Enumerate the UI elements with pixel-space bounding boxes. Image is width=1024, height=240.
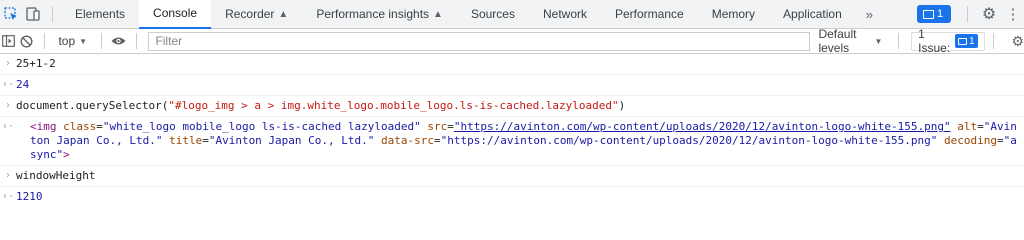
filter-input[interactable]: Filter	[148, 31, 811, 51]
tabbar-divider	[967, 6, 968, 22]
context-selector[interactable]: top ▼	[52, 34, 93, 48]
inspect-element-icon[interactable]	[0, 0, 22, 29]
tab-label: Sources	[470, 7, 515, 21]
issues-label: 1 Issue:	[918, 27, 951, 55]
live-expression-eye-icon[interactable]	[110, 29, 128, 54]
tab-label: Memory	[711, 7, 756, 21]
toolbar-divider	[135, 33, 137, 49]
chevron-down-icon: ▼	[79, 36, 88, 46]
result-arrow-icon: ‹·	[1, 191, 15, 202]
console-result-value: 24	[16, 78, 30, 91]
context-label: top	[58, 34, 76, 48]
attr-name: alt	[957, 120, 978, 133]
issues-button[interactable]: 1 Issue: 1	[911, 27, 985, 55]
message-icon	[923, 9, 934, 19]
tab-label: Console	[153, 6, 198, 20]
console-input-text: document.querySelector("#logo_img > a > …	[16, 99, 1024, 113]
chevron-down-icon: ▼	[874, 36, 883, 46]
console-toolbar: top ▼ Filter Default levels ▼ 1 Issue: 1…	[0, 27, 1024, 55]
show-sidebar-icon[interactable]	[0, 29, 18, 54]
tab-label: Application	[783, 7, 842, 21]
tab-label: Elements	[75, 7, 126, 21]
attr-name: class	[63, 120, 97, 133]
tab-application[interactable]: Application	[769, 0, 856, 29]
tab-label: Recorder	[225, 7, 275, 21]
device-toolbar-icon[interactable]	[22, 0, 44, 29]
code-fragment: document.querySelector(	[16, 99, 169, 112]
tab-performance[interactable]: Performance	[601, 0, 698, 29]
console-input-row[interactable]: › windowHeight	[0, 166, 1024, 187]
attr-name: decoding	[943, 134, 997, 147]
toolbar-divider	[992, 33, 994, 49]
tab-label: Network	[542, 7, 587, 21]
attr-name: src	[427, 120, 448, 133]
tag-close: >	[63, 148, 70, 161]
issues-counter-button[interactable]: 1	[917, 5, 951, 23]
input-chevron-icon: ›	[4, 58, 12, 69]
flask-icon: ▲	[278, 8, 289, 20]
toolbar-divider	[898, 33, 900, 49]
src-link[interactable]: "https://avinton.com/wp-content/uploads/…	[454, 120, 951, 133]
devtools-tabbar: Elements Console Recorder ▲ Performance i…	[0, 0, 1024, 29]
tab-network[interactable]: Network	[529, 0, 601, 29]
element-result[interactable]: <img class="white_logo mobile_logo ls-is…	[16, 120, 1024, 162]
tab-elements[interactable]: Elements	[61, 0, 139, 29]
tab-console[interactable]: Console	[139, 0, 212, 29]
input-chevron-icon: ›	[4, 100, 12, 111]
more-tabs-button[interactable]: »	[856, 7, 883, 22]
console-input-row[interactable]: › 25+1-2	[0, 54, 1024, 75]
attr-name: title	[169, 134, 203, 147]
attr-name: data-src	[381, 134, 435, 147]
filter-placeholder: Filter	[155, 34, 183, 48]
tab-sources[interactable]: Sources	[457, 0, 529, 29]
console-input-text: windowHeight	[16, 169, 96, 182]
log-levels-dropdown[interactable]: Default levels ▼	[810, 27, 890, 55]
attr-value: "https://avinton.com/wp-content/uploads/…	[440, 134, 938, 147]
console-result-row: ‹· 1210	[0, 187, 1024, 207]
console-messages: › 25+1-2 ‹· 24 › document.querySelector(…	[0, 54, 1024, 207]
issues-mini-badge: 1	[955, 34, 978, 48]
input-chevron-icon: ›	[4, 170, 12, 181]
toolbar-divider	[43, 33, 45, 49]
console-result-value: 1210	[16, 190, 43, 203]
tabbar-divider	[52, 6, 53, 22]
issues-count: 1	[969, 35, 975, 47]
tab-performance-insights[interactable]: Performance insights ▲	[302, 0, 457, 29]
message-icon	[958, 37, 968, 45]
settings-gear-icon[interactable]: ⚙	[976, 4, 1002, 24]
selector-string: "#logo_img > a > img.white_logo.mobile_l…	[168, 99, 619, 112]
result-arrow-icon: ‹·	[1, 121, 15, 132]
tab-memory[interactable]: Memory	[698, 0, 769, 29]
flask-icon: ▲	[433, 8, 443, 20]
tab-recorder[interactable]: Recorder ▲	[211, 0, 302, 29]
tag-open: <img	[30, 120, 57, 133]
console-input-row[interactable]: › document.querySelector("#logo_img > a …	[0, 96, 1024, 117]
more-options-icon[interactable]: ⋮	[1002, 5, 1024, 23]
tab-label: Performance	[615, 7, 684, 21]
issues-count: 1	[937, 8, 944, 20]
attr-value: "Avinton Japan Co., Ltd."	[208, 134, 375, 147]
console-settings-gear-icon[interactable]: ⚙	[1011, 33, 1024, 50]
attr-value: "white_logo mobile_logo ls-is-cached laz…	[102, 120, 421, 133]
toolbar-divider	[101, 33, 102, 49]
clear-console-icon[interactable]	[18, 29, 36, 54]
result-arrow-icon: ‹·	[1, 79, 15, 90]
console-input-text: 25+1-2	[16, 57, 56, 70]
code-fragment: )	[618, 99, 626, 112]
console-result-row: ‹· 24	[0, 75, 1024, 96]
tab-label: Performance insights	[316, 7, 430, 21]
console-result-row[interactable]: ‹· <img class="white_logo mobile_logo ls…	[0, 117, 1024, 166]
log-levels-label: Default levels	[818, 27, 857, 55]
